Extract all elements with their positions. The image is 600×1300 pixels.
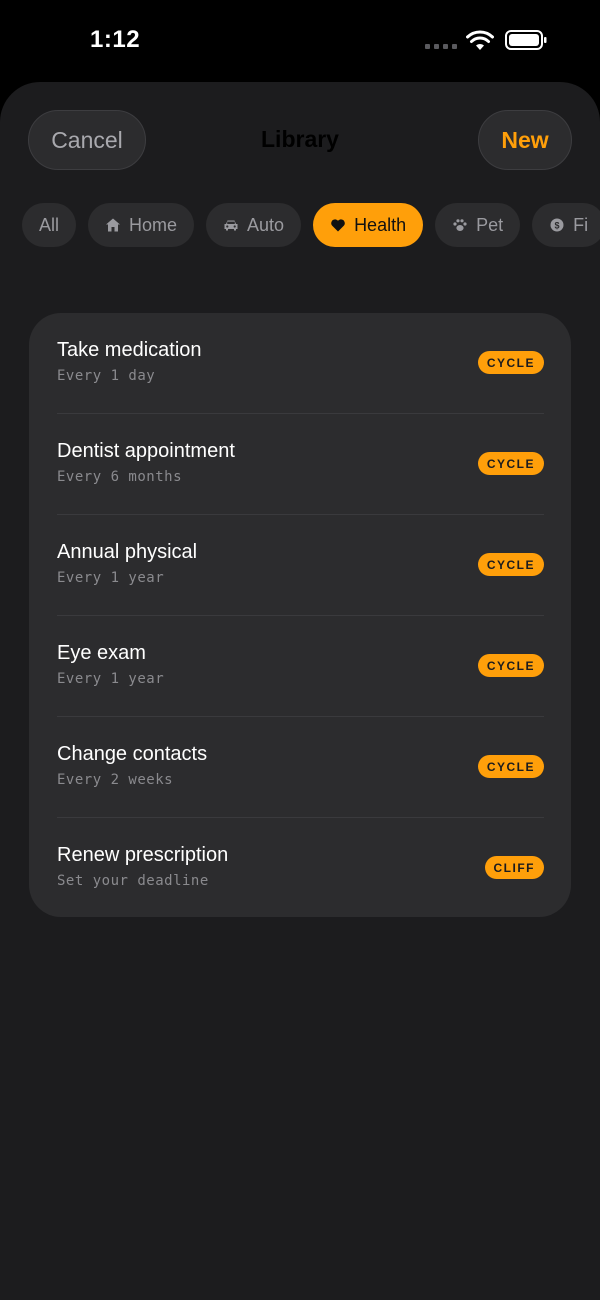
reminder-template-list: Take medication Every 1 day CYCLE Dentis…: [29, 313, 571, 917]
paw-icon: [453, 219, 467, 231]
type-badge: CYCLE: [477, 553, 544, 576]
battery-icon: [505, 30, 547, 50]
clock: 1:12: [90, 26, 141, 53]
list-item[interactable]: Annual physical Every 1 year CYCLE: [57, 515, 544, 616]
list-item[interactable]: Change contacts Every 2 weeks CYCLE: [57, 717, 544, 818]
dynamic-island: [213, 16, 387, 67]
filter-chip-pet[interactable]: Pet: [435, 203, 521, 247]
dollar-icon: $: [550, 218, 564, 232]
filter-chip-label: Home: [129, 214, 178, 235]
wifi-icon: [466, 30, 494, 50]
status-bar: 1:12: [0, 0, 600, 82]
list-item[interactable]: Dentist appointment Every 6 months CYCLE: [57, 414, 544, 515]
item-subtitle: Every 6 months: [57, 469, 183, 485]
category-filter-bar: All Home Auto Health Pet $ Fi: [22, 203, 600, 247]
item-title: Take medication: [57, 339, 202, 361]
heart-icon: [331, 219, 345, 232]
filter-chip-label: Pet: [476, 214, 504, 235]
filter-chip-home[interactable]: Home: [88, 203, 195, 247]
item-title: Dentist appointment: [57, 440, 235, 462]
filter-chip-label: Auto: [247, 214, 285, 235]
item-subtitle: Every 1 year: [57, 671, 165, 687]
library-sheet: Cancel Library New All Home Auto Health …: [0, 82, 600, 1300]
type-badge: CYCLE: [477, 755, 544, 778]
new-button[interactable]: New: [478, 110, 572, 170]
filter-chip-health[interactable]: Health: [313, 203, 424, 247]
item-subtitle: Every 2 weeks: [57, 772, 174, 788]
filter-chip-label: All: [39, 214, 60, 235]
item-subtitle: Every 1 year: [57, 570, 165, 586]
car-icon: [224, 220, 238, 231]
item-title: Eye exam: [57, 642, 146, 664]
list-item[interactable]: Renew prescription Set your deadline CLI…: [57, 818, 544, 919]
house-icon: [106, 218, 121, 232]
type-badge: CYCLE: [477, 452, 544, 475]
item-title: Change contacts: [57, 743, 208, 765]
item-title: Renew prescription: [57, 844, 229, 866]
type-badge: CYCLE: [477, 351, 544, 374]
list-item[interactable]: Eye exam Every 1 year CYCLE: [57, 616, 544, 717]
item-subtitle: Every 1 day: [57, 368, 156, 384]
filter-chip-finance[interactable]: $ Fi: [532, 203, 600, 247]
cellular-signal-icon: [425, 44, 457, 49]
filter-chip-auto[interactable]: Auto: [206, 203, 302, 247]
svg-text:$: $: [555, 221, 560, 231]
item-title: Annual physical: [57, 541, 198, 563]
type-badge: CYCLE: [477, 654, 544, 677]
filter-chip-label: Health: [354, 214, 407, 235]
filter-chip-all[interactable]: All: [22, 203, 77, 247]
type-badge: CLIFF: [484, 856, 544, 879]
list-item[interactable]: Take medication Every 1 day CYCLE: [57, 313, 544, 414]
item-subtitle: Set your deadline: [57, 873, 209, 889]
filter-chip-label: Fi: [573, 214, 589, 235]
